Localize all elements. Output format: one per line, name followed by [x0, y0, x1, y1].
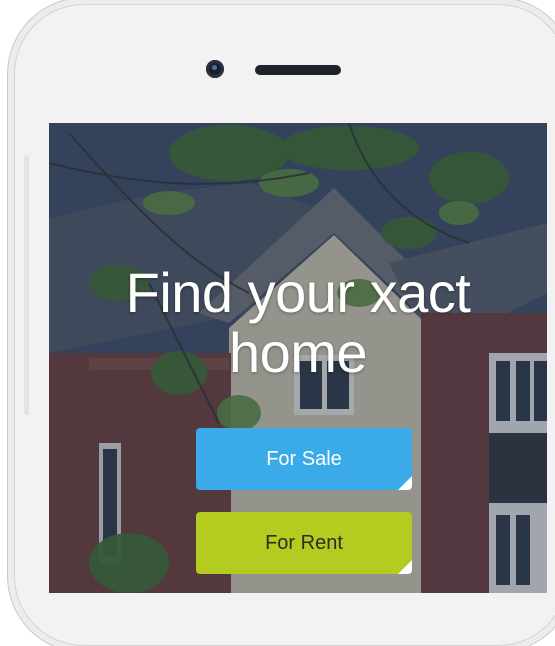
- phone-frame: Find your xact home For Sale For Rent: [14, 4, 555, 646]
- corner-fold-icon: [398, 476, 412, 490]
- hero-title-line2: home: [228, 321, 368, 384]
- for-rent-label: For Rent: [265, 531, 343, 554]
- earpiece-speaker: [255, 65, 341, 75]
- front-camera-icon: [206, 60, 224, 78]
- for-rent-button[interactable]: For Rent: [196, 512, 412, 574]
- corner-fold-icon: [398, 560, 412, 574]
- hero-title: Find your xact home: [49, 263, 547, 383]
- hero-title-line1: Find your xact: [125, 261, 471, 324]
- phone-side-button: [24, 155, 29, 415]
- for-sale-button[interactable]: For Sale: [196, 428, 412, 490]
- for-sale-label: For Sale: [266, 447, 342, 470]
- app-screen: Find your xact home For Sale For Rent: [49, 123, 547, 593]
